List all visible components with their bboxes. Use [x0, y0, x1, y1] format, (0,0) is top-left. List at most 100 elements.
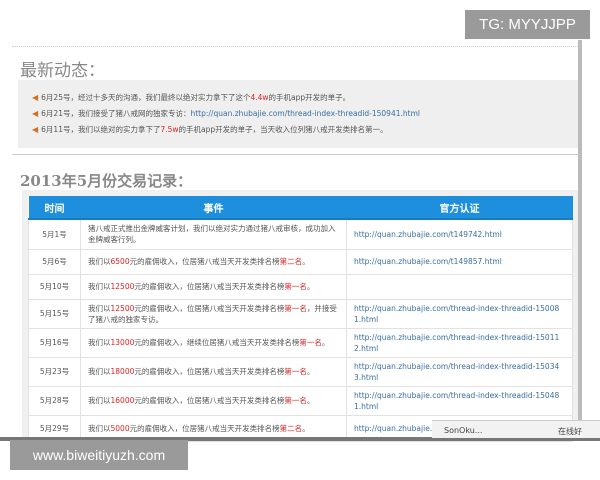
event-rank: 第二名	[279, 423, 303, 433]
records-table: 时间 事件 官方认证 5月1号 猪八戒正式推出金牌威客计划，我们以绝对实力通过猪八…	[28, 196, 573, 442]
event-text-mid: 元的雇佣收入，位居猪八戒当天开发类排名榜	[134, 282, 285, 291]
chat-widget[interactable]: SonOku... 在线好	[432, 420, 600, 438]
event-amount: 5000	[110, 423, 130, 433]
row-date: 5月10号	[28, 273, 81, 300]
event-text-mid: 元的雇佣收入，位居猪八戒当天开发类排名榜	[134, 303, 285, 313]
chat-name[interactable]: SonOku...	[444, 426, 482, 435]
row-date: 5月1号	[28, 218, 81, 250]
event-text: 我们以	[88, 367, 111, 376]
event-text: 我们以	[88, 396, 111, 405]
event-text: 我们以	[88, 303, 111, 313]
event-text: 我们以	[88, 257, 111, 266]
row-event: 我们以16000元的雇佣收入，位居猪八戒当天开发类排名榜第一名。	[80, 385, 347, 416]
cert-link[interactable]: http://quan.zhubajie.com/thread-index-th…	[354, 304, 559, 324]
event-text: 猪八戒正式推出金牌威客计划，我们以绝对实力通过猪八戒审核，成功加入金牌威客行列。	[88, 224, 336, 245]
event-rank: 第一名	[284, 396, 307, 405]
records-table-wrap: 时间 事件 官方认证 5月1号 猪八戒正式推出金牌威客计划，我们以绝对实力通过猪八…	[22, 190, 578, 442]
header-event: 事件	[80, 196, 347, 220]
news-text-end: 的手机app开发的单子，当天收入位列猪八戒开发类排名第一。	[178, 125, 388, 134]
news-item: ◀ 6月11号，我们以绝对的实力拿下了7.5w的手机app开发的单子，当天收入位列…	[32, 124, 388, 135]
row-date: 5月16号	[28, 327, 81, 358]
dotted-divider	[12, 46, 580, 47]
cert-link[interactable]: http://quan.zhubajie.com/thread-index-th…	[354, 362, 559, 382]
event-amount: 6500	[110, 257, 130, 266]
speaker-icon: ◀	[32, 93, 39, 102]
event-text-end: 。	[306, 396, 315, 405]
event-text-mid: 元的雇佣收入，继续位居猪八戒当天开发类排名榜	[134, 338, 300, 347]
records-title: 2013年5月份交易记录：	[20, 172, 193, 190]
cert-link[interactable]: http://quan.zhubajie.com/t149742.html	[354, 230, 502, 239]
row-event: 猪八戒正式推出金牌威客计划，我们以绝对实力通过猪八戒审核，成功加入金牌威客行列。	[80, 218, 347, 250]
row-link	[346, 273, 573, 300]
row-event: 我们以18000元的雇佣收入，位居猪八戒当天开发类排名榜第一名。	[80, 356, 347, 387]
cert-link[interactable]: http://quan.zhubajie.com/t149857.html	[354, 257, 502, 266]
table-row: 5月23号 我们以18000元的雇佣收入，位居猪八戒当天开发类排名榜第一名。 htt…	[28, 356, 573, 387]
event-text-end: 。	[302, 257, 310, 266]
news-item: ◀ 6月21号，我们接受了猪八戒网的独家专访：http://quan.zhubaj…	[32, 108, 420, 119]
row-link: http://quan.zhubajie.com/thread-index-th…	[346, 385, 573, 416]
chat-status: 在线好	[558, 427, 582, 436]
divider	[12, 154, 580, 155]
watermark: www.biweitiyuzh.com	[10, 440, 188, 470]
row-date: 5月28号	[28, 385, 81, 416]
row-date: 5月23号	[28, 356, 81, 387]
speaker-icon: ◀	[32, 125, 39, 134]
event-rank: 第一名	[284, 303, 307, 313]
cert-link[interactable]: http://quan.zhubajie.com/thread-index-th…	[354, 391, 559, 411]
table-row: 5月1号 猪八戒正式推出金牌威客计划，我们以绝对实力通过猪八戒审核，成功加入金牌威…	[28, 218, 573, 250]
event-text: 我们以	[88, 282, 111, 291]
event-text-mid: 元的雇佣收入，位居猪八戒当天开发类排名榜	[129, 423, 280, 433]
news-date: 6月21号，	[41, 109, 78, 118]
event-amount: 16000	[110, 396, 135, 405]
event-rank: 第一名	[299, 338, 322, 347]
news-date: 6月11号，	[41, 125, 78, 134]
table-row: 5月10号 我们以12500元的雇佣收入，位居猪八戒当天开发类排名榜第一名。	[28, 273, 573, 300]
event-text-end: 。	[302, 423, 310, 433]
header-cert: 官方认证	[346, 196, 573, 220]
row-event: 我们以12500元的雇佣收入，位居猪八戒当天开发类排名榜第一名。	[80, 273, 347, 300]
row-link: http://quan.zhubajie.com/thread-index-th…	[346, 327, 573, 358]
table-row: 5月15号 我们以12500元的雇佣收入，位居猪八戒当天开发类排名榜第一名，并接受…	[28, 298, 573, 329]
row-link: http://quan.zhubajie.com/thread-index-th…	[346, 356, 573, 387]
row-event: 我们以12500元的雇佣收入，位居猪八戒当天开发类排名榜第一名，并接受了猪八戒的…	[80, 298, 347, 329]
news-text-end: 的手机app开发的单子。	[268, 93, 351, 102]
event-text-mid: 元的雇佣收入，位居猪八戒当天开发类排名榜	[134, 367, 285, 376]
news-text: 我们接受了猪八戒网的独家专访：	[77, 109, 191, 118]
event-text-end: 。	[306, 367, 315, 376]
event-amount: 18000	[110, 367, 135, 376]
event-text-mid: 元的雇佣收入，位居猪八戒当天开发类排名榜	[129, 257, 280, 266]
table-row: 5月6号 我们以6500元的雇佣收入，位居猪八戒当天开发类排名榜第二名。 http:…	[28, 248, 573, 275]
speaker-icon: ◀	[32, 109, 39, 118]
scrollbar[interactable]	[578, 40, 582, 440]
event-text-mid: 元的雇佣收入，位居猪八戒当天开发类排名榜	[134, 396, 285, 405]
event-amount: 12500	[110, 303, 135, 313]
news-date: 6月25号，	[41, 93, 78, 102]
news-amount: 4.4w	[250, 93, 269, 102]
event-rank: 第一名	[284, 282, 307, 291]
row-link: http://quan.zhubajie.com/thread-index-th…	[346, 298, 573, 329]
event-text-end: 。	[321, 338, 330, 347]
row-event: 我们以6500元的雇佣收入，位居猪八戒当天开发类排名榜第二名。	[80, 248, 347, 275]
news-item: ◀ 6月25号，经过十多天的沟通，我们最终以绝对实力拿下了这个4.4w的手机app…	[32, 92, 350, 103]
row-link: http://quan.zhubajie.com/t149857.html	[346, 248, 573, 275]
news-amount: 7.5w	[160, 125, 179, 134]
event-rank: 第二名	[279, 257, 303, 266]
tg-badge: TG: MYYJJPP	[465, 10, 590, 39]
news-title: 最新动态：	[20, 61, 105, 81]
row-event: 我们以13000元的雇佣收入，继续位居猪八戒当天开发类排名榜第一名。	[80, 327, 347, 358]
event-amount: 12500	[110, 282, 135, 291]
event-text-end: 。	[306, 282, 315, 291]
row-date: 5月6号	[28, 248, 81, 275]
news-text: 我们以绝对的实力拿下了	[77, 125, 161, 134]
header-date: 时间	[28, 196, 81, 220]
news-link[interactable]: http://quan.zhubajie.com/thread-index-th…	[190, 109, 419, 118]
table-row: 5月16号 我们以13000元的雇佣收入，继续位居猪八戒当天开发类排名榜第一名。 h…	[28, 327, 573, 358]
event-rank: 第一名	[284, 367, 307, 376]
table-row: 5月28号 我们以16000元的雇佣收入，位居猪八戒当天开发类排名榜第一名。 htt…	[28, 385, 573, 416]
cert-link[interactable]: http://quan.zhubajie.com/thread-index-th…	[354, 333, 559, 353]
news-text: 经过十多天的沟通，我们最终以绝对实力拿下了这个	[77, 93, 251, 102]
row-link: http://quan.zhubajie.com/t149742.html	[346, 218, 573, 250]
news-box: ◀ 6月25号，经过十多天的沟通，我们最终以绝对实力拿下了这个4.4w的手机app…	[18, 80, 578, 148]
row-date: 5月15号	[28, 298, 81, 329]
event-amount: 13000	[110, 338, 135, 347]
